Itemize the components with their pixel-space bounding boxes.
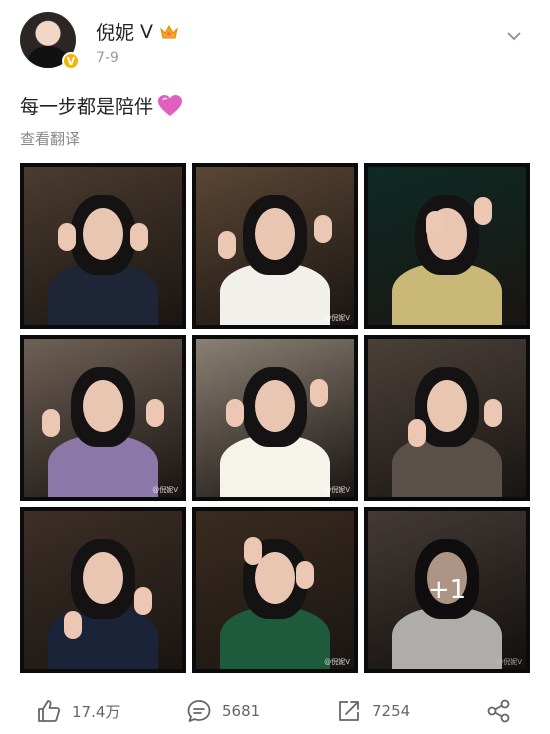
photo-8[interactable]: @倪妮V — [192, 507, 358, 673]
author-name[interactable]: 倪妮 — [96, 18, 134, 45]
translate-link[interactable]: 查看翻译 — [20, 128, 80, 149]
more-photos-count: +1 — [368, 511, 526, 669]
photo-4[interactable]: @倪妮V — [20, 335, 186, 501]
post-text: 每一步都是陪伴 — [20, 92, 183, 119]
thumbs-up-icon — [38, 700, 61, 722]
comment-count: 5681 — [222, 702, 261, 720]
verified-badge: V — [62, 52, 80, 70]
repost-button[interactable]: 7254 — [336, 698, 410, 724]
chevron-down-icon[interactable] — [504, 26, 524, 46]
photo-1[interactable] — [20, 163, 186, 329]
post-date: 7-9 — [96, 50, 119, 66]
watermark: @倪妮V — [324, 658, 350, 666]
post-text-content: 每一步都是陪伴 — [20, 96, 154, 118]
heart-icon — [158, 94, 183, 116]
comment-icon — [187, 700, 211, 722]
repost-icon — [339, 701, 359, 721]
watermark: @倪妮V — [152, 486, 178, 494]
share-button[interactable] — [486, 698, 512, 724]
photo-5[interactable]: @倪妮V — [192, 335, 358, 501]
post-header: V 倪妮 V 7-9 — [20, 12, 530, 72]
photo-3[interactable] — [364, 163, 530, 329]
watermark: @倪妮V — [324, 314, 350, 322]
watermark: @倪妮V — [324, 486, 350, 494]
photo-7[interactable] — [20, 507, 186, 673]
like-count: 17.4万 — [72, 702, 121, 721]
photo-2[interactable]: @倪妮V — [192, 163, 358, 329]
share-icon — [487, 699, 510, 723]
repost-count: 7254 — [372, 702, 411, 720]
photo-9[interactable]: @倪妮V +1 — [364, 507, 530, 673]
photo-6[interactable] — [364, 335, 530, 501]
author-suffix: V — [140, 20, 154, 43]
crown-icon — [160, 24, 178, 38]
like-button[interactable]: 17.4万 — [36, 698, 120, 724]
author-row: 倪妮 V — [96, 18, 179, 45]
action-bar: 17.4万 5681 7254 — [0, 690, 550, 734]
photo-grid: @倪妮V @倪妮V @倪妮V @倪妮V @倪妮V +1 — [20, 163, 530, 675]
comment-button[interactable]: 5681 — [186, 698, 260, 724]
